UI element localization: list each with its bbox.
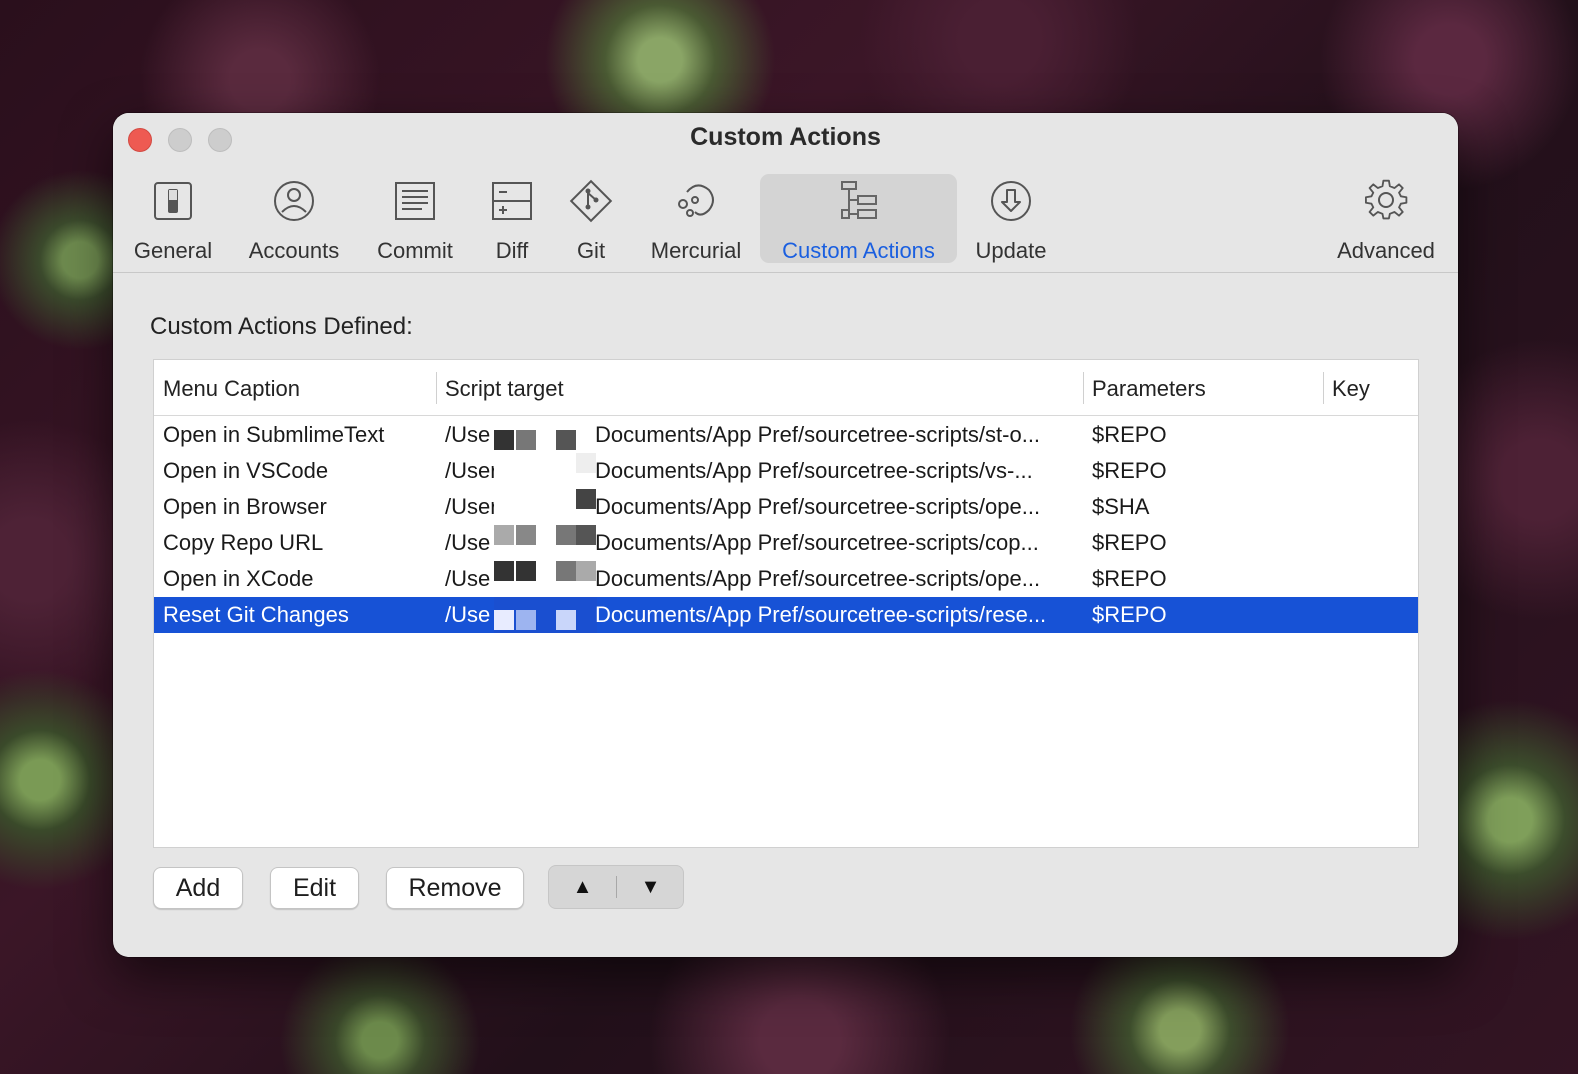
cell-script-target: Documents/App Pref/sourcetree-scripts/re… xyxy=(595,602,1047,627)
cell-key xyxy=(1323,417,1417,453)
tab-update[interactable]: Update xyxy=(965,174,1057,263)
cell-key xyxy=(1323,453,1417,489)
cell-parameters: $REPO xyxy=(1092,602,1167,627)
tab-mercurial[interactable]: Mercurial xyxy=(641,174,751,263)
cell-menu-caption: Open in VSCode xyxy=(163,458,329,483)
remove-button[interactable]: Remove xyxy=(386,867,524,909)
cell-script-target: Documents/App Pref/sourcetree-scripts/co… xyxy=(595,530,1039,555)
tab-git[interactable]: Git xyxy=(560,174,622,263)
table-row[interactable]: Open in Browser /User Documents/App Pref… xyxy=(154,489,1418,525)
table-row[interactable]: Copy Repo URL /Use Documents/App Pref/so… xyxy=(154,525,1418,561)
custom-actions-icon xyxy=(836,178,882,224)
cell-script-target: Documents/App Pref/sourcetree-scripts/vs… xyxy=(595,458,1033,483)
redacted-path-segment xyxy=(494,597,597,633)
table-row-selected[interactable]: Reset Git Changes /Use Documents/App Pre… xyxy=(154,597,1418,633)
cell-menu-caption: Open in SubmlimeText xyxy=(163,422,385,447)
custom-actions-table[interactable]: Menu Caption Script target Parameters Ke… xyxy=(153,359,1419,848)
cell-key xyxy=(1323,597,1417,633)
cell-key xyxy=(1323,561,1417,597)
column-header-key[interactable]: Key xyxy=(1323,360,1417,415)
tab-general-label: General xyxy=(133,238,213,263)
cell-menu-caption: Copy Repo URL xyxy=(163,530,324,555)
gear-icon xyxy=(1363,178,1409,224)
tab-general[interactable]: General xyxy=(123,174,223,263)
cell-key xyxy=(1323,525,1417,561)
column-header-script-target[interactable]: Script target xyxy=(436,360,1083,415)
tab-commit-label: Commit xyxy=(377,238,453,263)
tab-commit[interactable]: Commit xyxy=(367,174,463,263)
window-title: Custom Actions xyxy=(690,123,881,151)
table-row[interactable]: Open in VSCode /User Documents/App Pref/… xyxy=(154,453,1418,489)
cell-parameters: $REPO xyxy=(1092,530,1167,555)
cell-menu-caption: Open in Browser xyxy=(163,494,327,519)
tab-diff[interactable]: Diff xyxy=(477,174,547,263)
cell-script-target: Documents/App Pref/sourcetree-scripts/st… xyxy=(595,422,1041,447)
redacted-path-segment xyxy=(494,417,597,453)
mercurial-icon xyxy=(673,178,719,224)
update-icon xyxy=(988,178,1034,224)
accounts-icon xyxy=(271,178,317,224)
table-row[interactable]: Open in SubmlimeText /Use Documents/App … xyxy=(154,417,1418,453)
cell-script-target: Documents/App Pref/sourcetree-scripts/op… xyxy=(595,494,1041,519)
cell-parameters: $SHA xyxy=(1092,494,1150,519)
cell-menu-caption: Reset Git Changes xyxy=(163,602,349,627)
tab-custom-actions[interactable]: Custom Actions xyxy=(760,174,957,263)
move-up-button[interactable]: ▲ xyxy=(549,866,616,908)
cell-parameters: $REPO xyxy=(1092,422,1167,447)
tab-update-label: Update xyxy=(975,238,1047,263)
section-title: Custom Actions Defined: xyxy=(150,313,413,340)
preferences-toolbar: Custom Actions General Accounts Commit D… xyxy=(113,113,1458,273)
reorder-segmented-control: ▲ ▼ xyxy=(548,865,684,909)
column-header-parameters[interactable]: Parameters xyxy=(1083,360,1323,415)
tab-mercurial-label: Mercurial xyxy=(650,238,742,263)
redacted-path-segment xyxy=(494,453,597,489)
redacted-path-segment xyxy=(494,489,597,525)
move-down-button[interactable]: ▼ xyxy=(617,866,684,908)
preferences-window: Custom Actions General Accounts Commit D… xyxy=(113,113,1458,957)
tab-git-label: Git xyxy=(576,238,606,263)
tab-custom-actions-label: Custom Actions xyxy=(782,238,935,263)
cell-key xyxy=(1323,489,1417,525)
tab-accounts[interactable]: Accounts xyxy=(241,174,347,263)
tab-accounts-label: Accounts xyxy=(248,238,340,263)
table-header: Menu Caption Script target Parameters Ke… xyxy=(154,360,1418,416)
diff-icon xyxy=(489,178,535,224)
tab-advanced-label: Advanced xyxy=(1337,238,1435,263)
cell-parameters: $REPO xyxy=(1092,566,1167,591)
column-header-menu-caption[interactable]: Menu Caption xyxy=(154,360,436,415)
commit-icon xyxy=(392,178,438,224)
general-icon xyxy=(150,178,196,224)
add-button[interactable]: Add xyxy=(153,867,243,909)
tab-diff-label: Diff xyxy=(495,238,529,263)
tab-advanced[interactable]: Advanced xyxy=(1327,174,1445,263)
edit-button[interactable]: Edit xyxy=(270,867,359,909)
redacted-path-segment xyxy=(494,525,597,561)
redacted-path-segment xyxy=(494,561,597,597)
cell-parameters: $REPO xyxy=(1092,458,1167,483)
cell-menu-caption: Open in XCode xyxy=(163,566,314,591)
git-icon xyxy=(568,178,614,224)
table-row[interactable]: Open in XCode /Use Documents/App Pref/so… xyxy=(154,561,1418,597)
cell-script-target: Documents/App Pref/sourcetree-scripts/op… xyxy=(595,566,1041,591)
